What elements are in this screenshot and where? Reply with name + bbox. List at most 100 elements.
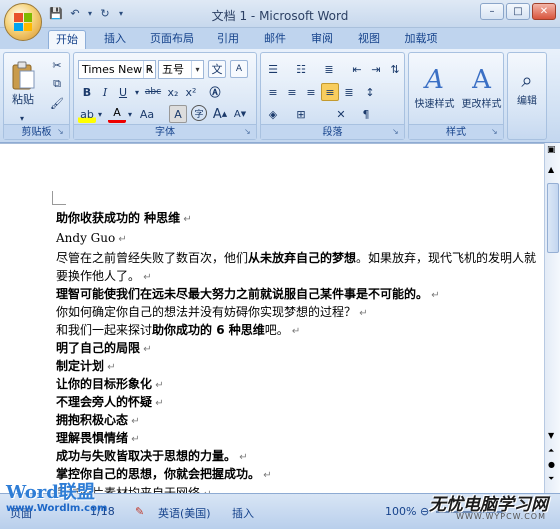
document-line[interactable]: 明了自己的局限 ↵ (56, 339, 152, 356)
justify-icon[interactable]: ≡ (321, 83, 339, 101)
line-text: 理解畏惧情绪 (56, 431, 129, 445)
grow-font-icon[interactable]: A ▲ (211, 105, 229, 123)
cut-icon[interactable]: ✂ (48, 56, 66, 74)
language-status[interactable]: 英语(美国) (158, 505, 211, 521)
distributed-icon[interactable]: ≣ (340, 83, 358, 101)
scroll-down-icon[interactable]: ▼ (548, 431, 554, 440)
document-line[interactable]: 让你的目标形象化 ↵ (56, 375, 164, 392)
insert-mode-status[interactable]: 插入 (232, 505, 254, 521)
underline-button[interactable]: U (114, 83, 132, 101)
paragraph-mark-icon: ↵ (260, 470, 272, 481)
document-line[interactable]: 要换作他人了。 ↵ (56, 267, 152, 284)
paragraph-mark-icon: ↵ (236, 452, 248, 463)
styles-group-label: 样式 (409, 124, 503, 139)
grow-font-button[interactable]: 文 (208, 60, 226, 78)
tab-mailings[interactable]: 邮件 (256, 30, 294, 49)
prev-page-icon[interactable]: ⏶ (548, 446, 554, 456)
document-line[interactable]: 拥抱积极心态 ↵ (56, 411, 140, 428)
document-line[interactable]: 理智可能使我们在远未尽最大努力之前就说服自己某件事是不可能的。 ↵ (56, 285, 440, 302)
superscript-button[interactable]: x² (182, 83, 200, 101)
borders-icon[interactable]: ⊞ (292, 105, 310, 123)
tab-page-layout[interactable]: 页面布局 (144, 30, 200, 49)
line-text: 你如何确定你自己的想法并没有妨碍你实现梦想的过程？ (56, 305, 357, 319)
scroll-thumb[interactable] (547, 183, 559, 253)
align-center-icon[interactable]: ≡ (283, 83, 301, 101)
multilevel-list-icon[interactable]: ≣ (320, 60, 338, 78)
watermark-left: Word联盟 (6, 482, 95, 503)
zoom-out-icon[interactable]: ⊖ (420, 505, 429, 518)
font-color-dropdown-icon[interactable]: ▾ (126, 105, 134, 123)
sort-icon[interactable]: ⇅ (386, 60, 404, 78)
styles-launcher-icon[interactable]: ↘ (491, 127, 501, 137)
editing-group: ⌕ 编辑 (507, 52, 547, 140)
format-painter-icon[interactable]: 🖌 (48, 94, 66, 112)
ruler-toggle-icon[interactable]: ▣ (547, 145, 556, 155)
tab-view[interactable]: 视图 (351, 30, 387, 49)
subscript-button[interactable]: x₂ (164, 83, 182, 101)
italic-button[interactable]: I (96, 83, 114, 101)
bullets-icon[interactable]: ☰ (264, 60, 282, 78)
office-button[interactable] (4, 3, 42, 41)
align-left-icon[interactable]: ≡ (264, 83, 282, 101)
highlight-dropdown-icon[interactable]: ▾ (96, 105, 104, 123)
asian-layout-icon[interactable]: ✕ (332, 105, 350, 123)
document-line[interactable]: 成功与失败皆取决于思想的力量。 ↵ (56, 447, 248, 464)
tab-home[interactable]: 开始 (48, 30, 86, 49)
document-line[interactable]: 助你收获成功的 种思维 ↵ (56, 209, 192, 226)
document-line[interactable]: 和我们一起来探讨助你成功的 6 种思维吧。 ↵ (56, 321, 300, 338)
editing-button[interactable]: ⌕ 编辑 (510, 57, 544, 117)
bold-button[interactable]: B (78, 83, 96, 101)
paragraph-launcher-icon[interactable]: ↘ (392, 127, 402, 137)
phonetic-guide-button[interactable]: A (230, 60, 248, 78)
minimize-button[interactable]: – (480, 3, 504, 20)
zoom-level[interactable]: 100% (385, 505, 416, 518)
decrease-indent-icon[interactable]: ⇤ (348, 60, 366, 78)
font-name-select[interactable]: Times New R ▾ (78, 60, 156, 79)
vertical-scrollbar[interactable]: ▣ ▲ ▼ ⏶ ● ⏷ (544, 143, 560, 493)
underline-dropdown-icon[interactable]: ▾ (132, 83, 142, 101)
tab-addins[interactable]: 加载项 (397, 30, 445, 49)
document-line[interactable]: 不理会旁人的怀疑 ↵ (56, 393, 164, 410)
clear-format-icon[interactable]: Ⓐ (206, 83, 224, 101)
line-text: Andy Guo (56, 231, 116, 245)
show-hide-marks-icon[interactable]: ¶ (357, 105, 375, 123)
line-spacing-icon[interactable]: ↕ (361, 83, 379, 101)
quick-styles-button[interactable]: A 快速样式 (412, 57, 457, 117)
paragraph-mark-icon: ↵ (356, 308, 368, 319)
maximize-button[interactable]: □ (506, 3, 530, 20)
browse-object-icon[interactable]: ● (548, 460, 555, 469)
document-area[interactable]: 助你收获成功的 种思维 ↵ Andy Guo ↵ 尽管在之前曾经失败了数百次，他们从… (0, 143, 544, 493)
font-color-icon[interactable]: A (108, 105, 126, 123)
paste-button[interactable]: 粘贴 (7, 56, 39, 112)
shrink-font-icon[interactable]: A ▼ (231, 105, 249, 123)
copy-icon[interactable]: ⧉ (48, 75, 66, 93)
numbering-icon[interactable]: ☷ (292, 60, 310, 78)
paste-dropdown-icon[interactable]: ▾ (13, 113, 31, 123)
document-line[interactable]: Andy Guo ↵ (56, 231, 127, 245)
change-case-button[interactable]: Aa (136, 105, 158, 123)
document-line[interactable]: 尽管在之前曾经失败了数百次，他们从未放弃自己的梦想。如果放弃，现代飞机的发明人就 (56, 249, 536, 266)
paragraph-mark-icon: ↵ (128, 416, 140, 427)
tab-references[interactable]: 引用 (210, 30, 246, 49)
close-button[interactable]: ✕ (532, 3, 556, 20)
shading-icon[interactable]: ◈ (264, 105, 282, 123)
increase-indent-icon[interactable]: ⇥ (367, 60, 385, 78)
scroll-up-icon[interactable]: ▲ (548, 165, 554, 174)
document-line[interactable]: 你如何确定你自己的想法并没有妨碍你实现梦想的过程？ ↵ (56, 303, 368, 320)
next-page-icon[interactable]: ⏷ (548, 474, 554, 484)
font-size-select[interactable]: 五号 ▾ (158, 60, 204, 79)
strikethrough-button[interactable]: abc (144, 83, 162, 101)
tab-insert[interactable]: 插入 (96, 30, 134, 49)
highlight-icon[interactable]: ab (78, 105, 96, 123)
ribbon-tabs: 开始 插入 页面布局 引用 邮件 审阅 视图 加载项 ? (0, 28, 560, 72)
proofing-icon[interactable]: ✎ (135, 505, 144, 518)
tab-review[interactable]: 审阅 (303, 30, 341, 49)
align-right-icon[interactable]: ≡ (302, 83, 320, 101)
change-styles-button[interactable]: A 更改样式 (459, 57, 504, 117)
document-line[interactable]: 制定计划 ↵ (56, 357, 116, 374)
font-launcher-icon[interactable]: ↘ (244, 127, 254, 137)
clipboard-launcher-icon[interactable]: ↘ (57, 127, 67, 137)
document-line[interactable]: 理解畏惧情绪 ↵ (56, 429, 140, 446)
enclose-char-icon[interactable]: 字 (191, 105, 207, 121)
char-shading-icon[interactable]: A (169, 105, 187, 123)
